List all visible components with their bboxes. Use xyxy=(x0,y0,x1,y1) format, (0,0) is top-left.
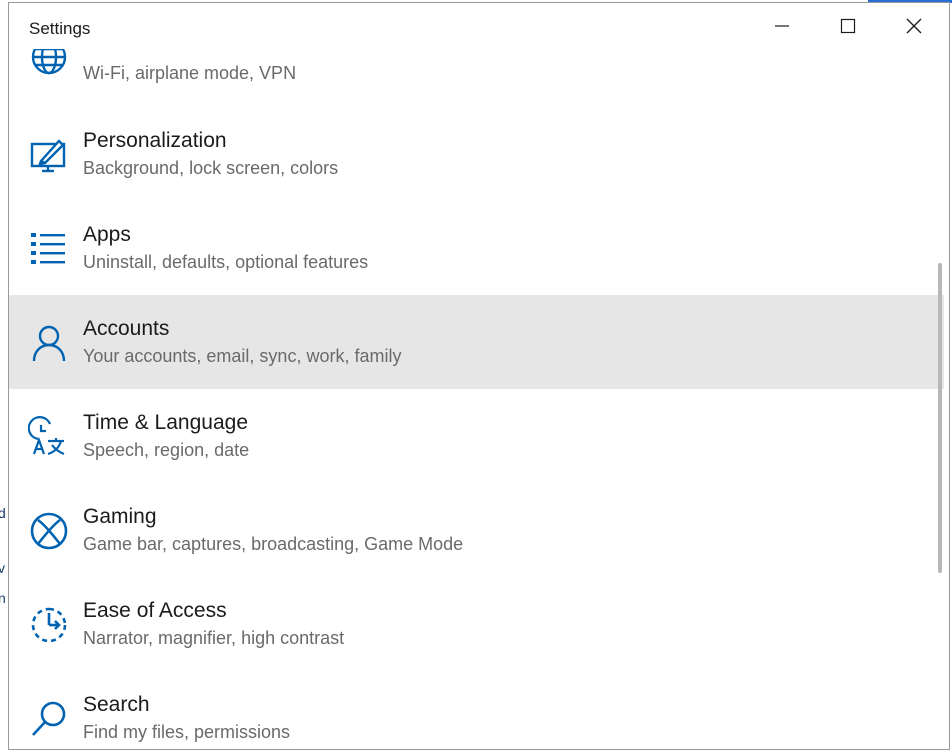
window-title: Settings xyxy=(29,19,91,38)
background-text-fragment: n xyxy=(0,590,6,606)
item-description: Narrator, magnifier, high contrast xyxy=(83,628,345,648)
item-description: Background, lock screen, colors xyxy=(83,158,339,178)
time-language-icon xyxy=(27,415,71,459)
item-description: Speech, region, date xyxy=(83,440,250,460)
item-title: Accounts xyxy=(83,317,170,340)
settings-item-apps[interactable]: Apps Uninstall, defaults, optional featu… xyxy=(9,201,944,295)
search-icon xyxy=(27,697,71,741)
close-icon xyxy=(906,18,922,34)
personalization-icon xyxy=(27,133,71,177)
settings-category-list: Network & Internet Wi-Fi, airplane mode,… xyxy=(9,3,944,749)
background-text-fragment: d xyxy=(0,505,6,521)
maximize-button[interactable] xyxy=(815,3,881,49)
settings-item-accounts[interactable]: Accounts Your accounts, email, sync, wor… xyxy=(9,295,944,389)
ease-of-access-icon xyxy=(27,603,71,647)
item-title: Time & Language xyxy=(83,411,248,434)
settings-item-search[interactable]: Search Find my files, permissions xyxy=(9,671,944,749)
settings-window: Network & Internet Wi-Fi, airplane mode,… xyxy=(8,2,950,750)
item-title: Search xyxy=(83,693,150,716)
settings-item-personalization[interactable]: Personalization Background, lock screen,… xyxy=(9,107,944,201)
close-button[interactable] xyxy=(881,3,947,49)
item-description: Find my files, permissions xyxy=(83,722,291,742)
title-bar: Settings xyxy=(9,3,949,49)
minimize-icon xyxy=(774,18,790,34)
settings-item-ease-of-access[interactable]: Ease of Access Narrator, magnifier, high… xyxy=(9,577,944,671)
item-title: Gaming xyxy=(83,505,157,528)
item-description: Wi-Fi, airplane mode, VPN xyxy=(83,63,297,83)
item-description: Uninstall, defaults, optional features xyxy=(83,252,369,272)
background-text-fragment: v xyxy=(0,560,5,576)
item-description: Your accounts, email, sync, work, family xyxy=(83,346,402,366)
settings-item-gaming[interactable]: Gaming Game bar, captures, broadcasting,… xyxy=(9,483,944,577)
person-icon xyxy=(27,321,71,365)
item-title: Ease of Access xyxy=(83,599,227,622)
minimize-button[interactable] xyxy=(749,3,815,49)
item-title: Apps xyxy=(83,223,131,246)
settings-item-time-language[interactable]: Time & Language Speech, region, date xyxy=(9,389,944,483)
item-description: Game bar, captures, broadcasting, Game M… xyxy=(83,534,464,554)
apps-list-icon xyxy=(27,227,71,271)
maximize-icon xyxy=(840,18,856,34)
vertical-scrollbar[interactable] xyxy=(938,263,942,573)
item-title: Personalization xyxy=(83,129,227,152)
xbox-icon xyxy=(27,509,71,553)
